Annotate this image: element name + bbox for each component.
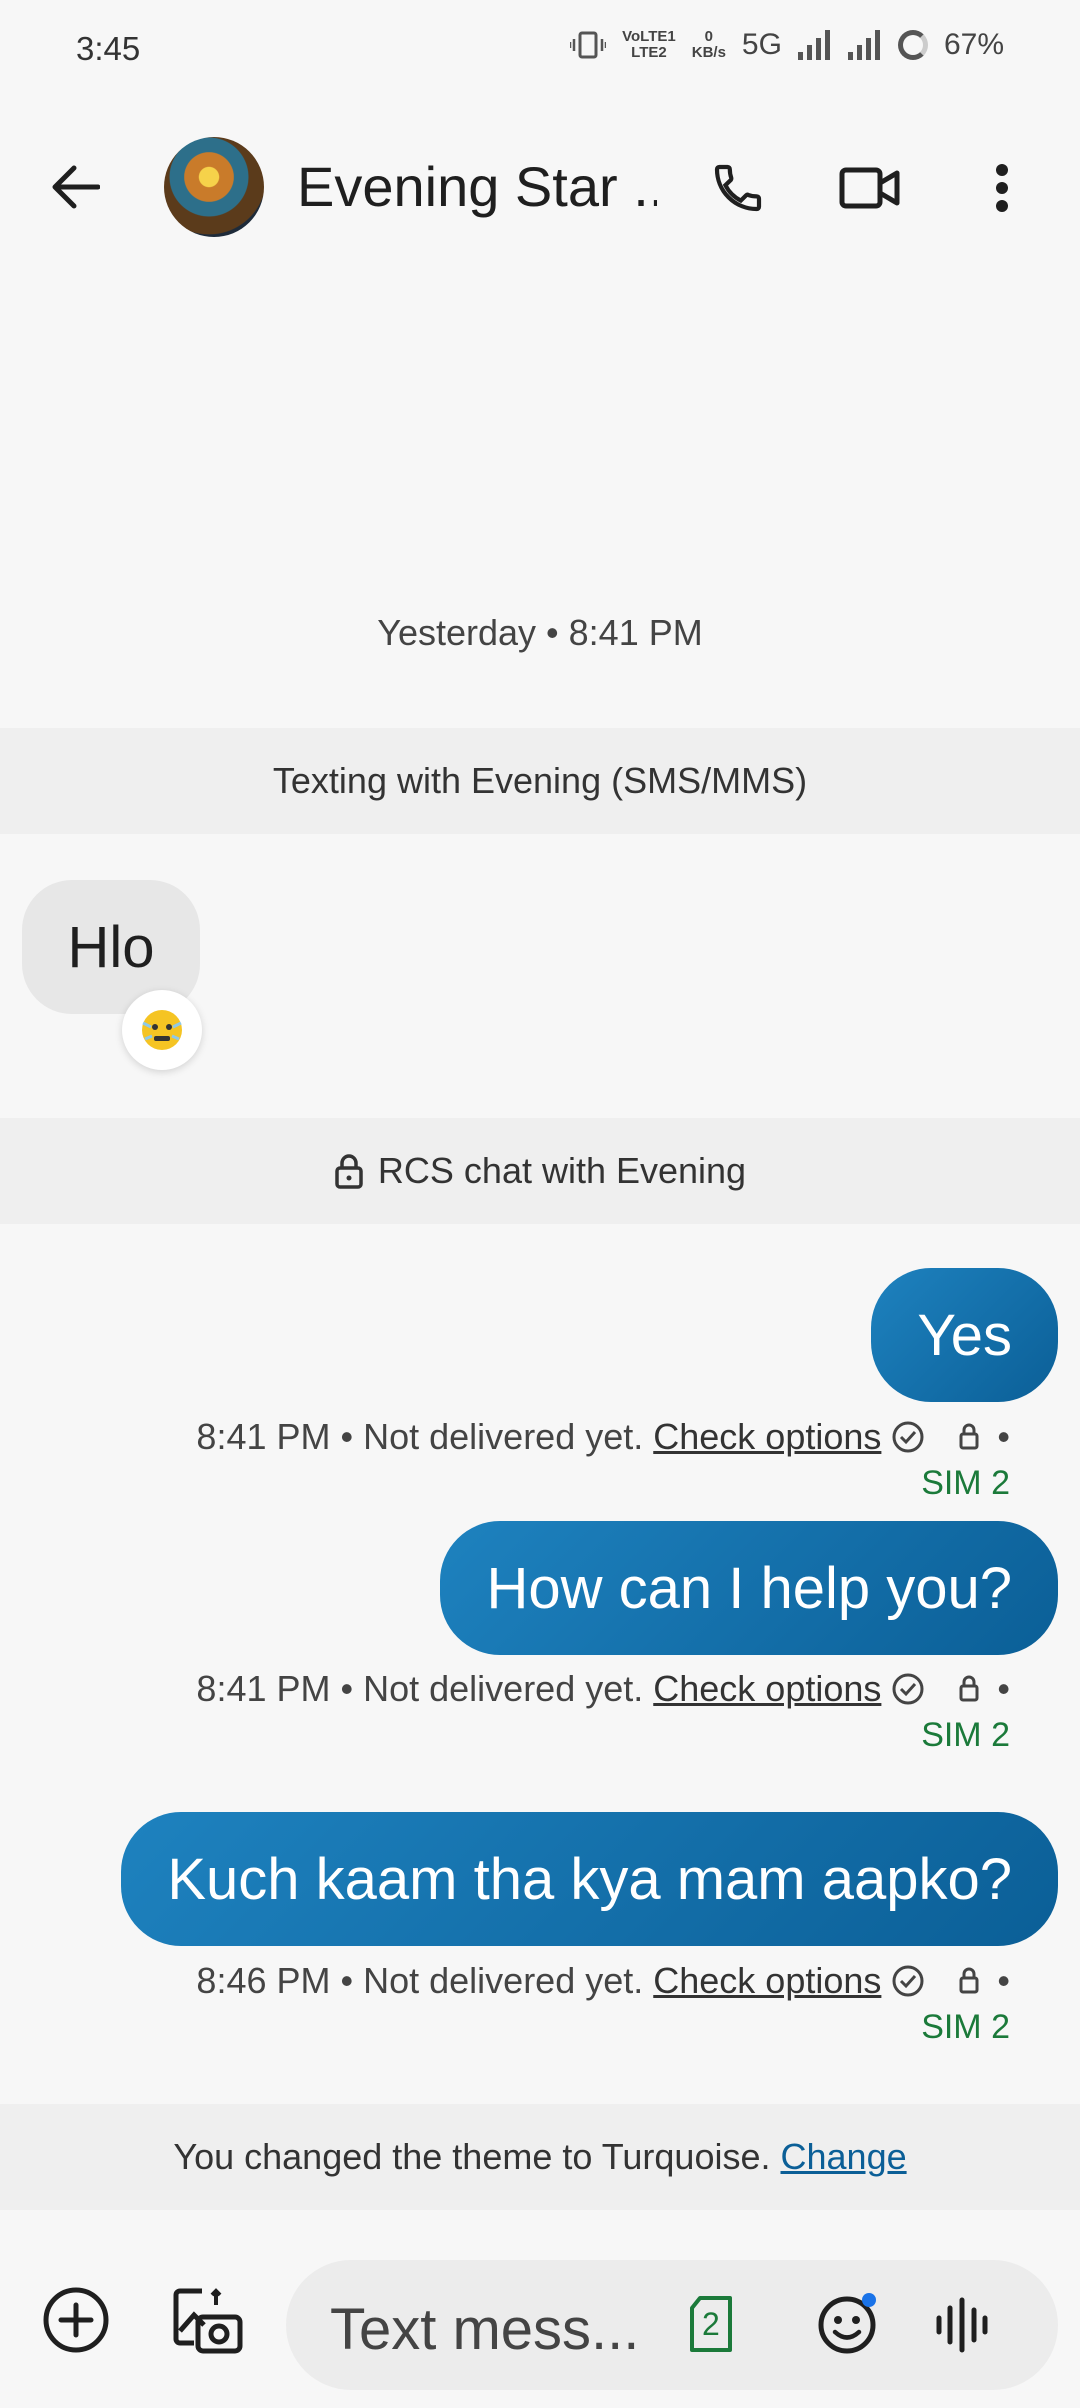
phone-icon [714,164,762,212]
status-icons: VoLTE1 LTE2 0 KB/s 5G 67% [570,28,1004,62]
network-type: 5G [741,28,782,61]
messages-screen: 3:45 VoLTE1 LTE2 0 KB/s 5G 67% Evening S… [0,0,1080,2408]
message-status: 8:46 PM • Not delivered yet. Check optio… [196,1960,1010,2047]
day-timestamp: Yesterday • 8:41 PM [377,612,703,653]
gallery-camera-icon [173,2288,243,2354]
sent-check-icon [892,1673,924,1705]
change-theme-link[interactable]: Change [781,2136,907,2178]
back-arrow-icon [52,165,100,209]
message-time: 8:46 PM [196,1960,331,2001]
emoji-button[interactable] [816,2290,882,2361]
audio-waveform-icon [936,2297,988,2353]
voice-message-button[interactable] [934,2296,990,2359]
sim-label: SIM 2 [921,1464,1010,1502]
check-options-link[interactable]: Check options [653,1416,881,1458]
video-call-icon [839,167,900,209]
lock-icon [959,1423,979,1450]
video-call-button[interactable] [832,150,908,226]
outgoing-message-text: Kuch kaam tha kya mam aapko? [167,1846,1012,1912]
back-button[interactable] [40,152,110,222]
vibrate-icon [570,31,607,59]
sim-select-button[interactable]: 2 [686,2294,736,2359]
volte-indicator: VoLTE1 LTE2 [622,28,676,61]
sms-info-band: Texting with Evening (SMS/MMS) [0,728,1080,834]
sms-info-text: Texting with Evening (SMS/MMS) [272,760,808,801]
outgoing-message-text: Yes [917,1302,1012,1368]
outgoing-message[interactable]: How can I help you? [440,1521,1058,1655]
battery-level: 67% [943,28,1004,61]
outgoing-message[interactable]: Yes [871,1268,1058,1402]
sent-check-icon [892,1421,924,1453]
message-status: 8:41 PM • Not delivered yet. Check optio… [196,1668,1010,1755]
status-bar: 3:45 VoLTE1 LTE2 0 KB/s 5G 67% [0,0,1080,100]
message-time: 8:41 PM [196,1668,331,1709]
cold-face-emoji-icon [142,1010,182,1050]
contact-name[interactable]: Evening Star ... [297,154,657,219]
theme-info-band: You changed the theme to Turquoise. Chan… [0,2104,1080,2210]
net-speed: 0 KB/s [691,28,726,61]
signal-icon [797,30,830,60]
contact-avatar[interactable] [164,137,264,237]
incoming-message-text: Hlo [67,914,155,980]
lock-icon [959,1967,979,1994]
check-options-link[interactable]: Check options [653,1960,881,2002]
battery-ring-icon [897,30,928,60]
outgoing-message-text: How can I help you? [486,1555,1012,1621]
signal-icon-sim2 [847,30,880,60]
message-time: 8:41 PM [196,1416,331,1457]
sent-check-icon [892,1965,924,1997]
sim-label: SIM 2 [921,2008,1010,2046]
more-options-button[interactable] [964,150,1040,226]
outgoing-message[interactable]: Kuch kaam tha kya mam aapko? [121,1812,1058,1946]
theme-info-text: You changed the theme to Turquoise. [173,2136,771,2177]
bullet: • [997,1960,1010,2001]
more-vert-icon [996,164,1008,212]
lock-icon [959,1675,979,1702]
message-status: 8:41 PM • Not delivered yet. Check optio… [196,1416,1010,1503]
call-button[interactable] [700,150,776,226]
rcs-info-text: RCS chat with Evening [377,1150,747,1191]
lock-icon [335,1154,363,1189]
rcs-info-band: RCS chat with Evening [0,1118,1080,1224]
bullet: • [997,1416,1010,1457]
check-options-link[interactable]: Check options [653,1668,881,1710]
add-circle-icon [43,2287,109,2353]
top-app-bar: Evening Star ... [0,120,1080,254]
compose-bar: Text mess... 2 [0,2240,1080,2400]
delivery-status: • Not delivered yet. [340,1668,644,1709]
delivery-status: • Not delivered yet. [340,1416,644,1457]
sim-badge: 2 [702,2306,720,2342]
status-time: 3:45 [76,30,141,67]
reaction-badge[interactable] [122,990,202,1070]
message-input-placeholder: Text mess... [330,2297,640,2362]
bullet: • [997,1668,1010,1709]
message-input[interactable]: Text mess... 2 [286,2260,1058,2390]
delivery-status: • Not delivered yet. [340,1960,644,2001]
gallery-camera-button[interactable] [168,2280,248,2360]
add-attachment-button[interactable] [36,2280,116,2360]
sim-label: SIM 2 [921,1716,1010,1754]
emoji-icon [818,2293,876,2354]
